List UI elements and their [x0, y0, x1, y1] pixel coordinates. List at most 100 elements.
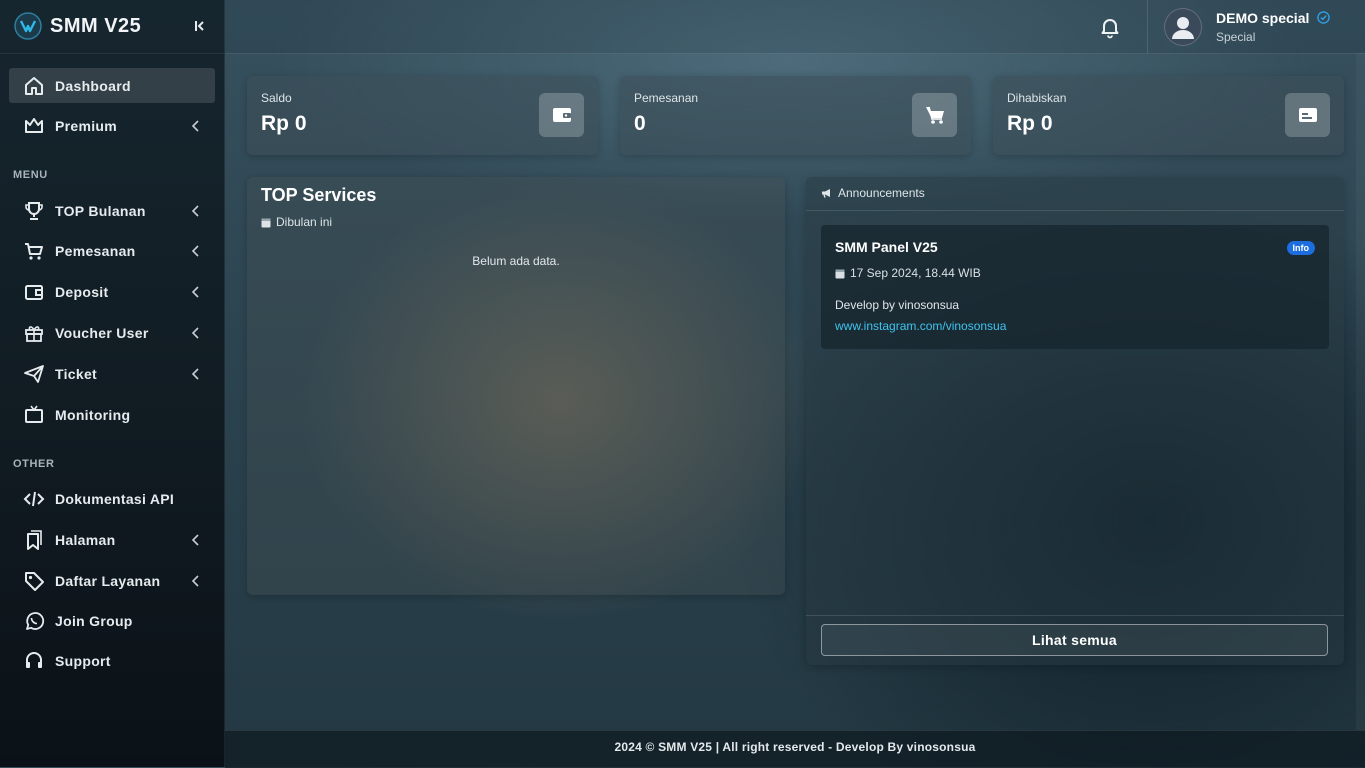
user-avatar-icon [1172, 17, 1194, 39]
verified-icon [1317, 11, 1330, 24]
footer: 2024 © SMM V25 | All right reserved - De… [225, 730, 1365, 768]
chevron-left-icon [191, 575, 199, 587]
sidebar-item-label: Support [55, 653, 111, 669]
brand-name: SMM V25 [50, 15, 142, 37]
stat-value: 0 [634, 112, 646, 135]
announcement-date: 17 Sep 2024, 18.44 WIB [835, 266, 981, 280]
crown-icon [25, 118, 43, 133]
subtitle-text: Dibulan ini [276, 215, 333, 229]
info-badge: Info [1286, 241, 1315, 255]
stat-icon-box [912, 93, 957, 137]
sidebar-item-label: Voucher User [55, 325, 149, 341]
panel-subtitle: Dibulan ini [261, 215, 332, 229]
stat-card-saldo: Saldo Rp 0 [247, 76, 598, 155]
tag-icon [25, 572, 44, 591]
sidebar-item-label: Join Group [55, 613, 133, 629]
sidebar-item-ticket[interactable]: Ticket [9, 356, 215, 391]
announcement-body: Develop by vinosonsua [835, 298, 960, 312]
bell-icon[interactable] [1098, 15, 1122, 39]
chevron-left-icon [191, 327, 199, 339]
topbar: DEMO special Special [225, 0, 1365, 54]
brand: SMM V25 [0, 0, 224, 54]
see-all-button[interactable]: Lihat semua [821, 624, 1328, 656]
user-menu[interactable]: DEMO special Special [1147, 0, 1365, 53]
sidebar-item-dokumentasi-api[interactable]: Dokumentasi API [9, 481, 215, 516]
calendar-icon [835, 269, 845, 278]
sidebar-item-premium[interactable]: Premium [9, 108, 215, 143]
user-name: DEMO special [1216, 10, 1310, 26]
chevron-left-icon [191, 368, 199, 380]
announcements-header-label: Announcements [838, 186, 925, 200]
card-icon [1298, 108, 1317, 122]
chevron-left-icon [191, 120, 199, 132]
chevron-left-icon [191, 286, 199, 298]
logo-icon [14, 12, 42, 40]
announcements-panel: Announcements SMM Panel V25 Info 17 Sep … [806, 177, 1344, 665]
sidebar-item-label: Daftar Layanan [55, 573, 161, 589]
sidebar-item-label: Deposit [55, 284, 109, 300]
calendar-icon [261, 218, 271, 227]
bookmarks-icon [27, 530, 42, 550]
sidebar-item-label: Dashboard [55, 78, 131, 94]
paper-plane-icon [24, 365, 44, 383]
sidebar-item-label: Dokumentasi API [55, 491, 175, 507]
home-icon [25, 77, 43, 95]
stat-value: Rp 0 [261, 112, 307, 135]
sidebar-item-label: Pemesanan [55, 243, 136, 259]
sidebar-item-label: TOP Bulanan [55, 203, 146, 219]
wallet-icon [552, 108, 571, 122]
announcements-header: Announcements [806, 177, 1344, 211]
stat-card-dihabiskan: Dihabiskan Rp 0 [993, 76, 1344, 155]
sidebar-item-daftar-layanan[interactable]: Daftar Layanan [9, 563, 215, 598]
whatsapp-icon [26, 612, 45, 630]
stat-label: Saldo [261, 91, 292, 105]
wallet-icon [25, 285, 43, 300]
sidebar-item-label: Premium [55, 118, 118, 134]
announcement-item: SMM Panel V25 Info 17 Sep 2024, 18.44 WI… [821, 225, 1329, 349]
section-label-menu: MENU [13, 169, 48, 181]
announcement-title: SMM Panel V25 [835, 239, 938, 255]
stat-icon-box [1285, 93, 1330, 137]
cart-icon [925, 106, 944, 124]
top-services-panel: TOP Services Dibulan ini Belum ada data. [247, 177, 785, 595]
announcement-link[interactable]: www.instagram.com/vinosonsua [835, 319, 1006, 333]
stat-label: Dihabiskan [1007, 91, 1067, 105]
sidebar-item-voucher-user[interactable]: Voucher User [9, 315, 215, 350]
announcement-date-text: 17 Sep 2024, 18.44 WIB [850, 266, 981, 280]
collapse-icon [195, 21, 204, 31]
sidebar-item-label: Monitoring [55, 407, 131, 423]
sidebar-item-support[interactable]: Support [9, 643, 215, 678]
sidebar-item-label: Halaman [55, 532, 116, 548]
sidebar-item-deposit[interactable]: Deposit [9, 274, 215, 309]
code-icon [23, 491, 45, 507]
collapse-sidebar-button[interactable] [188, 14, 212, 38]
user-role: Special [1216, 30, 1256, 44]
stat-icon-box [539, 93, 584, 137]
chevron-left-icon [191, 534, 199, 546]
announcements-title: Announcements [821, 186, 925, 200]
section-label-other: OTHER [13, 458, 55, 470]
panel-title: TOP Services [261, 185, 377, 205]
gift-icon [25, 326, 43, 342]
avatar [1164, 8, 1202, 46]
sidebar-item-monitoring[interactable]: Monitoring [9, 397, 215, 432]
tv-icon [25, 405, 43, 423]
scrollbar[interactable] [1356, 53, 1365, 730]
trophy-icon [25, 202, 43, 220]
sidebar-item-top-bulanan[interactable]: TOP Bulanan [9, 193, 215, 228]
footer-text: 2024 © SMM V25 | All right reserved - De… [614, 740, 976, 754]
chevron-left-icon [191, 245, 199, 257]
cart-icon [25, 243, 43, 260]
sidebar-item-dashboard[interactable]: Dashboard [9, 68, 215, 103]
megaphone-icon [822, 189, 830, 198]
stat-value: Rp 0 [1007, 112, 1053, 135]
chevron-left-icon [191, 205, 199, 217]
empty-state: Belum ada data. [472, 254, 560, 268]
sidebar-item-label: Ticket [55, 366, 98, 382]
headset-icon [26, 652, 42, 668]
announcements-footer-divider [806, 615, 1344, 616]
sidebar-item-halaman[interactable]: Halaman [9, 522, 215, 557]
sidebar-item-pemesanan[interactable]: Pemesanan [9, 233, 215, 268]
sidebar-item-join-group[interactable]: Join Group [9, 603, 215, 638]
stat-label: Pemesanan [634, 91, 699, 105]
